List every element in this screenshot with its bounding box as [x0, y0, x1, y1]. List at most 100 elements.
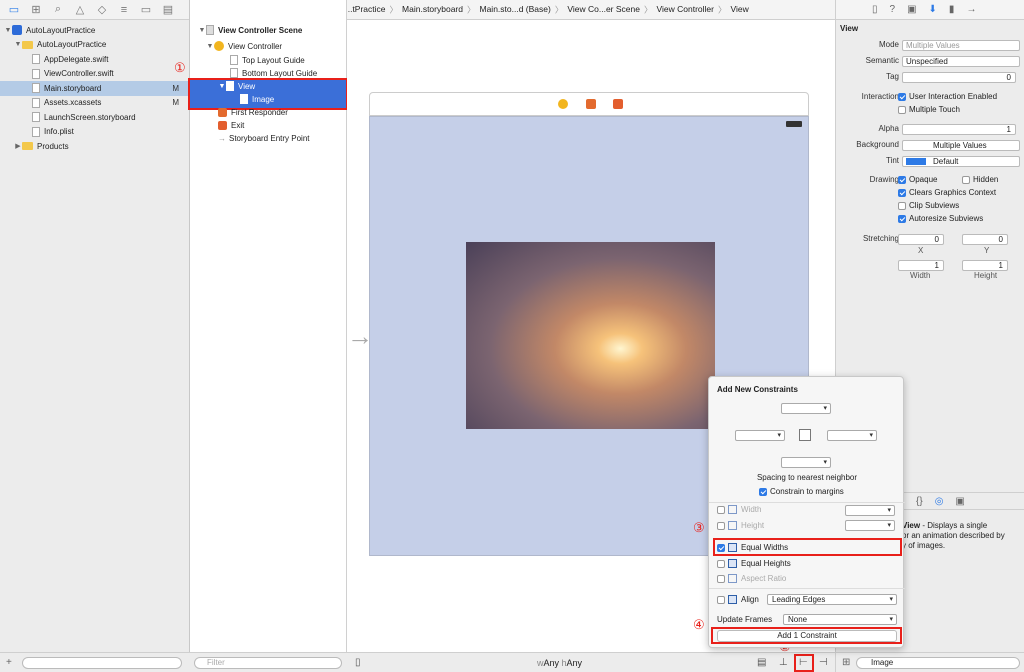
file-icon [32, 54, 40, 65]
navigator-item[interactable]: Assets.xcassets M [0, 96, 189, 111]
connections-icon[interactable]: → [966, 4, 976, 15]
file-icon[interactable]: ▯ [872, 4, 878, 15]
add-icon[interactable]: + [6, 657, 12, 668]
outline-scene[interactable]: ▼ View Controller Scene [198, 25, 302, 35]
navigator-item[interactable]: LaunchScreen.storyboard [0, 110, 189, 125]
library-search-input[interactable]: Image [856, 657, 1020, 669]
size-class-control[interactable]: wAny hAny [537, 658, 582, 668]
file-tree: ▼ AutoLayoutPractice ▼ AutoLayoutPractice Ap… [0, 20, 189, 154]
first-responder-icon[interactable] [586, 99, 596, 109]
inspector-tabs: ▯ ? ▣ ⬇ ▮ → [836, 0, 1024, 20]
jumpbar-item[interactable]: Main.storyboard [402, 4, 463, 16]
breakpoint-icon[interactable]: ▭ [140, 3, 152, 16]
stretching-label: Stretching [862, 234, 899, 243]
update-frames-select[interactable]: None [783, 614, 897, 625]
width-field[interactable] [845, 505, 895, 516]
hidden-checkbox[interactable]: Hidden [962, 175, 998, 184]
test-icon[interactable]: ◇ [96, 3, 108, 16]
multiple-touch-checkbox[interactable]: Multiple Touch [898, 105, 960, 114]
help-icon[interactable]: ? [890, 4, 896, 15]
outline-filter-input[interactable]: Filter [194, 657, 342, 669]
jumpbar-item[interactable]: Main.sto...d (Base) [480, 4, 551, 16]
folder-icon[interactable]: ▭ [8, 3, 20, 16]
outline-filter-bar: Filter [190, 652, 347, 672]
size-icon[interactable]: ▮ [949, 4, 955, 15]
stretch-x-field[interactable]: 0 [898, 234, 944, 245]
navigator-item[interactable]: ViewController.swift [0, 67, 189, 82]
navigator-toolbar: ▭ ⊞ ⌕ △ ◇ ≡ ▭ ▤ [0, 0, 189, 20]
navigator-item[interactable]: ▶ Products [0, 139, 189, 154]
stretch-width-field[interactable]: 1 [898, 260, 944, 271]
tag-label: Tag [886, 72, 899, 81]
tag-field[interactable]: 0 [902, 72, 1016, 83]
semantic-select[interactable]: Unspecified [902, 56, 1020, 67]
search-icon[interactable]: ⌕ [52, 3, 64, 16]
disclosure-icon[interactable]: ▼ [4, 27, 12, 34]
align-icon[interactable]: ⊥ [779, 657, 788, 668]
align-select[interactable]: Leading Edges [767, 594, 897, 605]
grid-view-icon[interactable]: ⊞ [842, 657, 850, 668]
resolve-icon[interactable]: ⊣ [819, 657, 828, 668]
clip-checkbox[interactable]: Clip Subviews [898, 201, 959, 210]
media-icon[interactable]: ▣ [955, 496, 964, 507]
library-item-view[interactable]: View - Displays a single or an animation … [902, 521, 1022, 551]
sunset-image[interactable] [466, 242, 715, 429]
snippet-icon[interactable]: {} [916, 496, 923, 507]
object-library-icon[interactable]: ◎ [935, 496, 944, 507]
autoresize-checkbox[interactable]: Autoresize Subviews [898, 214, 983, 223]
clears-checkbox[interactable]: Clears Graphics Context [898, 188, 996, 197]
disclosure-icon[interactable]: ▶ [14, 142, 22, 150]
arrow-icon: → [218, 134, 226, 143]
trailing-spacing-field[interactable] [827, 430, 877, 441]
stretch-y-field[interactable]: 0 [962, 234, 1008, 245]
debug-icon[interactable]: ≡ [118, 4, 130, 16]
view-controller-icon[interactable] [558, 99, 568, 109]
disclosure-icon[interactable]: ▼ [14, 41, 22, 48]
stretch-height-field[interactable]: 1 [962, 260, 1008, 271]
exit-icon[interactable] [613, 99, 623, 109]
top-spacing-field[interactable] [781, 403, 831, 414]
identity-icon[interactable]: ▣ [907, 4, 916, 15]
height-checkbox[interactable]: Height [717, 521, 764, 530]
jumpbar-item[interactable]: View [730, 4, 748, 16]
constrain-margins-checkbox[interactable]: Constrain to margins [759, 487, 844, 496]
outline-bottom-guide[interactable]: Bottom Layout Guide [230, 68, 317, 78]
leading-spacing-field[interactable] [735, 430, 785, 441]
size-class-h: Any [566, 658, 583, 668]
navigator-item[interactable]: ▼ AutoLayoutPractice [0, 38, 189, 53]
chevron-right-icon: 〉 [466, 4, 476, 15]
aspect-ratio-checkbox[interactable]: Aspect Ratio [717, 574, 786, 583]
report-icon[interactable]: ▤ [162, 3, 174, 16]
mode-select[interactable]: Multiple Values [902, 40, 1020, 51]
width-checkbox[interactable]: Width [717, 505, 761, 514]
jumpbar-item[interactable]: View Controller [656, 4, 713, 16]
align-checkbox[interactable]: Align [717, 595, 759, 604]
bottom-spacing-field[interactable] [781, 457, 831, 468]
symbol-icon[interactable]: ⊞ [30, 3, 42, 16]
navigator-item[interactable]: Info.plist [0, 125, 189, 140]
jumpbar-item[interactable]: View Co...er Scene [567, 4, 640, 16]
user-interaction-checkbox[interactable]: User Interaction Enabled [898, 92, 997, 101]
exit-icon [218, 121, 227, 130]
alpha-field[interactable]: 1 [902, 124, 1016, 135]
toggle-outline-icon[interactable]: ▯ [355, 657, 361, 668]
height-field[interactable] [845, 520, 895, 531]
background-select[interactable]: Multiple Values [902, 140, 1020, 151]
stack-icon[interactable]: ▤ [757, 657, 766, 668]
mode-label: Mode [878, 40, 899, 49]
status-badge: M [172, 98, 179, 108]
outline-entry-point[interactable]: → Storyboard Entry Point [218, 134, 309, 143]
navigator-item[interactable]: AppDelegate.swift [0, 52, 189, 67]
attributes-icon[interactable]: ⬇ [929, 4, 937, 15]
width-icon [728, 505, 737, 514]
opaque-checkbox[interactable]: Opaque [898, 175, 937, 184]
outline-exit[interactable]: Exit [218, 121, 244, 130]
navigator-filter-input[interactable] [22, 657, 182, 669]
warning-icon[interactable]: △ [74, 3, 86, 16]
outline-top-guide[interactable]: Top Layout Guide [230, 55, 305, 65]
outline-first-responder[interactable]: First Responder [218, 108, 288, 117]
equal-heights-checkbox[interactable]: Equal Heights [717, 559, 791, 568]
outline-controller[interactable]: ▼ View Controller [206, 41, 282, 51]
navigator-item[interactable]: ▼ AutoLayoutPractice [0, 23, 189, 38]
navigator-item[interactable]: Main.storyboard M [0, 81, 189, 96]
